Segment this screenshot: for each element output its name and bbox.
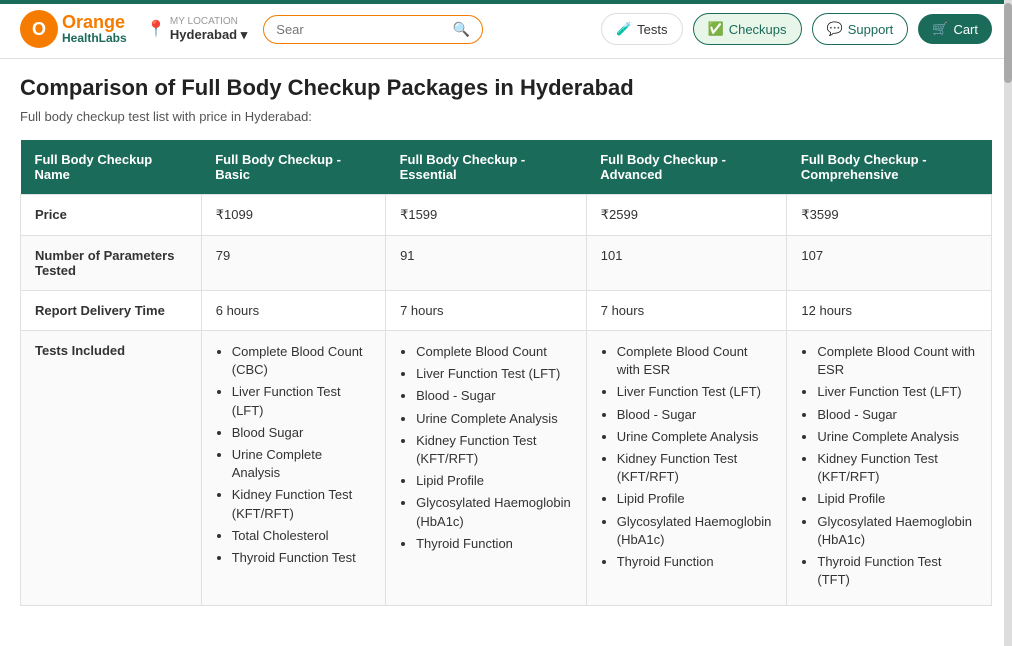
list-item: Thyroid Function: [617, 553, 773, 571]
row-label-price: Price: [21, 195, 202, 236]
row-label-tests: Tests Included: [21, 331, 202, 606]
search-icon: 🔍: [453, 21, 470, 38]
list-item: Thyroid Function: [416, 535, 572, 553]
list-item: Thyroid Function Test: [232, 549, 371, 567]
tests-icon: 🧪: [616, 21, 632, 37]
cell-essential-delivery: 7 hours: [386, 291, 587, 331]
list-item: Liver Function Test (LFT): [232, 383, 371, 419]
basic-tests-list: Complete Blood Count (CBC) Liver Function…: [216, 343, 371, 567]
table-row: Price ₹1099 ₹1599 ₹2599 ₹3599: [21, 195, 992, 236]
location-selector[interactable]: 📍 MY LOCATION Hyderabad ▾: [146, 16, 247, 43]
cell-comprehensive-price: ₹3599: [787, 195, 992, 236]
list-item: Liver Function Test (LFT): [617, 383, 773, 401]
list-item: Glycosylated Haemoglobin (HbA1c): [416, 494, 572, 530]
list-item: Kidney Function Test (KFT/RFT): [232, 486, 371, 522]
cell-basic-price: ₹1099: [201, 195, 385, 236]
logo-icon: O: [20, 10, 58, 48]
cell-advanced-tests: Complete Blood Count with ESR Liver Funct…: [586, 331, 787, 606]
list-item: Complete Blood Count with ESR: [817, 343, 977, 379]
cell-advanced-delivery: 7 hours: [586, 291, 787, 331]
list-item: Total Cholesterol: [232, 527, 371, 545]
list-item: Blood - Sugar: [617, 406, 773, 424]
list-item: Lipid Profile: [617, 490, 773, 508]
table-row: Report Delivery Time 6 hours 7 hours 7 h…: [21, 291, 992, 331]
list-item: Complete Blood Count (CBC): [232, 343, 371, 379]
list-item: Blood - Sugar: [817, 406, 977, 424]
list-item: Urine Complete Analysis: [617, 428, 773, 446]
list-item: Urine Complete Analysis: [817, 428, 977, 446]
cell-essential-tests: Complete Blood Count Liver Function Test …: [386, 331, 587, 606]
table-row: Tests Included Complete Blood Count (CBC…: [21, 331, 992, 606]
list-item: Kidney Function Test (KFT/RFT): [617, 450, 773, 486]
checkups-button[interactable]: ✅ Checkups: [693, 13, 802, 45]
page-subtitle: Full body checkup test list with price i…: [20, 109, 992, 124]
cart-icon: 🛒: [932, 21, 948, 37]
whatsapp-icon: 💬: [827, 21, 843, 37]
search-input[interactable]: [276, 22, 447, 37]
list-item: Glycosylated Haemoglobin (HbA1c): [617, 513, 773, 549]
table-header-row: Full Body Checkup Name Full Body Checkup…: [21, 140, 992, 195]
header: O Orange HealthLabs 📍 MY LOCATION Hydera…: [0, 0, 1012, 59]
list-item: Liver Function Test (LFT): [817, 383, 977, 401]
cell-comprehensive-tests: Complete Blood Count with ESR Liver Funct…: [787, 331, 992, 606]
cell-essential-params: 91: [386, 236, 587, 291]
cell-basic-delivery: 6 hours: [201, 291, 385, 331]
col-header-name: Full Body Checkup Name: [21, 140, 202, 195]
logo[interactable]: O Orange HealthLabs: [20, 10, 130, 48]
cell-comprehensive-params: 107: [787, 236, 992, 291]
page-content: Comparison of Full Body Checkup Packages…: [0, 59, 1012, 622]
list-item: Glycosylated Haemoglobin (HbA1c): [817, 513, 977, 549]
list-item: Complete Blood Count with ESR: [617, 343, 773, 379]
table-row: Number of Parameters Tested 79 91 101 10…: [21, 236, 992, 291]
tests-button[interactable]: 🧪 Tests: [601, 13, 683, 45]
advanced-tests-list: Complete Blood Count with ESR Liver Funct…: [601, 343, 773, 571]
list-item: Urine Complete Analysis: [232, 446, 371, 482]
list-item: Blood - Sugar: [416, 387, 572, 405]
cell-advanced-params: 101: [586, 236, 787, 291]
col-header-essential: Full Body Checkup - Essential: [386, 140, 587, 195]
chevron-down-icon: ▾: [241, 27, 248, 42]
scrollbar[interactable]: [1004, 0, 1012, 646]
location-details: MY LOCATION Hyderabad ▾: [170, 16, 247, 43]
nav-buttons: 🧪 Tests ✅ Checkups 💬 Support 🛒 Cart: [601, 13, 992, 45]
logo-text: Orange HealthLabs: [62, 13, 127, 46]
list-item: Kidney Function Test (KFT/RFT): [416, 432, 572, 468]
list-item: Urine Complete Analysis: [416, 410, 572, 428]
col-header-comprehensive: Full Body Checkup - Comprehensive: [787, 140, 992, 195]
list-item: Complete Blood Count: [416, 343, 572, 361]
checkups-icon: ✅: [708, 21, 724, 37]
cell-comprehensive-delivery: 12 hours: [787, 291, 992, 331]
list-item: Kidney Function Test (KFT/RFT): [817, 450, 977, 486]
col-header-basic: Full Body Checkup - Basic: [201, 140, 385, 195]
list-item: Blood Sugar: [232, 424, 371, 442]
list-item: Lipid Profile: [817, 490, 977, 508]
page-title: Comparison of Full Body Checkup Packages…: [20, 75, 992, 101]
comparison-table: Full Body Checkup Name Full Body Checkup…: [20, 140, 992, 606]
list-item: Lipid Profile: [416, 472, 572, 490]
cart-button[interactable]: 🛒 Cart: [918, 14, 992, 44]
location-pin-icon: 📍: [146, 19, 166, 39]
list-item: Thyroid Function Test (TFT): [817, 553, 977, 589]
cell-basic-tests: Complete Blood Count (CBC) Liver Function…: [201, 331, 385, 606]
scrollbar-thumb[interactable]: [1004, 3, 1012, 83]
support-button[interactable]: 💬 Support: [812, 13, 909, 45]
list-item: Liver Function Test (LFT): [416, 365, 572, 383]
comprehensive-tests-list: Complete Blood Count with ESR Liver Funct…: [801, 343, 977, 589]
cell-advanced-price: ₹2599: [586, 195, 787, 236]
col-header-advanced: Full Body Checkup - Advanced: [586, 140, 787, 195]
cell-essential-price: ₹1599: [386, 195, 587, 236]
cell-basic-params: 79: [201, 236, 385, 291]
row-label-delivery: Report Delivery Time: [21, 291, 202, 331]
search-bar[interactable]: 🔍: [263, 15, 483, 44]
essential-tests-list: Complete Blood Count Liver Function Test …: [400, 343, 572, 553]
row-label-parameters: Number of Parameters Tested: [21, 236, 202, 291]
